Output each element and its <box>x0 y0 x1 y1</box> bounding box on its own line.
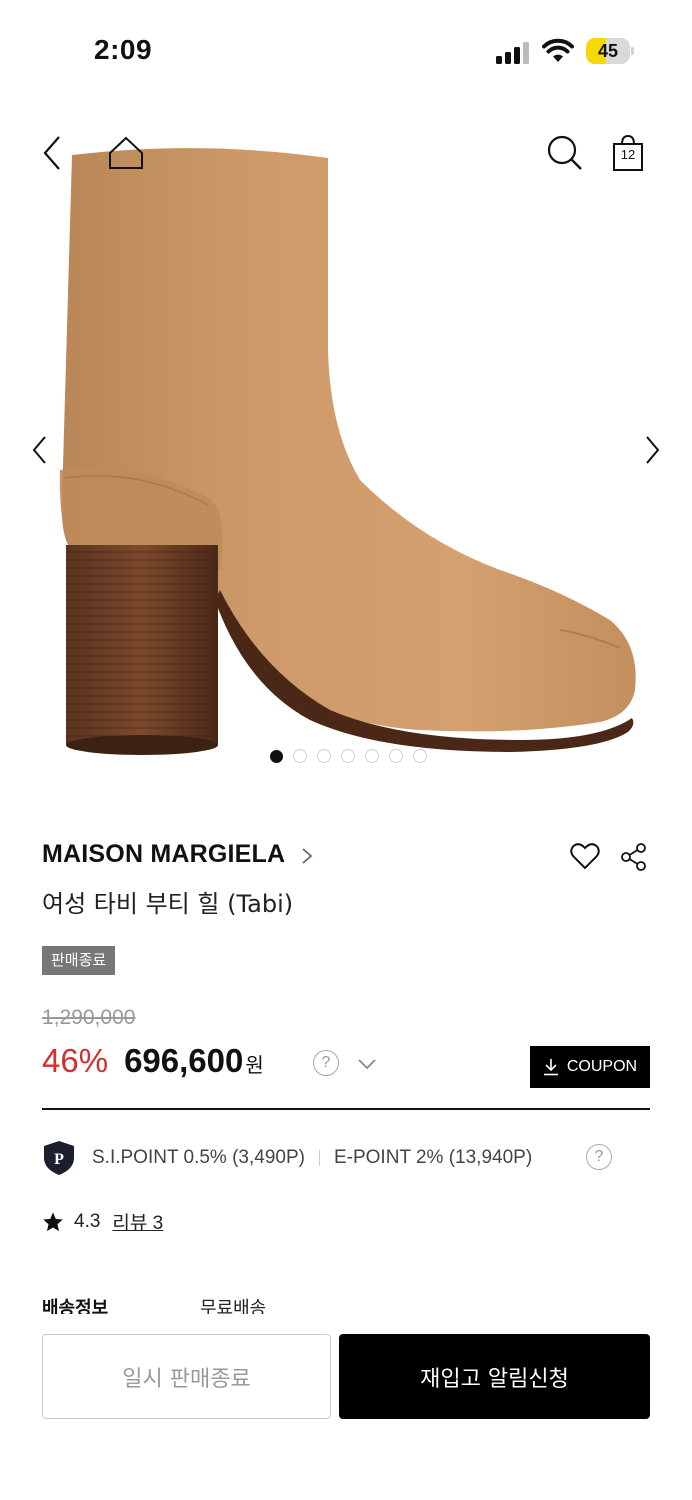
battery-indicator: 45 <box>586 38 634 64</box>
product-gallery[interactable]: 12 <box>0 100 692 780</box>
gallery-dot[interactable] <box>340 749 355 763</box>
restock-alert-button[interactable]: 재입고 알림신청 <box>339 1334 650 1419</box>
share-button[interactable] <box>620 842 648 876</box>
gallery-dot[interactable] <box>364 749 379 763</box>
shipping-value: 무료배송 <box>200 1298 267 1314</box>
search-icon <box>547 135 582 170</box>
chevron-right-icon <box>302 847 313 864</box>
chevron-left-icon <box>43 136 60 170</box>
battery-level: 45 <box>597 41 619 61</box>
restock-alert-label: 재입고 알림신청 <box>420 1366 569 1392</box>
e-point: E-POINT 2% (13,940P) <box>333 1147 533 1168</box>
separator <box>318 1150 320 1166</box>
status-time: 2:09 <box>94 34 153 65</box>
divider <box>42 1108 650 1110</box>
coupon-label: COUPON <box>566 1058 638 1075</box>
status-badge: 판매종료 <box>42 946 116 975</box>
rating-score: 4.3 <box>74 1210 101 1232</box>
cart-count: 12 <box>620 147 636 162</box>
gallery-dot[interactable] <box>292 749 307 763</box>
share-icon <box>621 843 646 871</box>
currency-unit: 원 <box>245 1053 264 1077</box>
cellular-signal-icon <box>496 42 529 64</box>
status-bar: 2:09 45 <box>0 0 692 100</box>
brand-link[interactable]: MAISON MARGIELA <box>42 840 313 869</box>
gallery-dot[interactable] <box>412 749 427 763</box>
si-point: S.I.POINT 0.5% (3,490P) <box>92 1147 305 1168</box>
gallery-dot[interactable] <box>269 750 283 763</box>
chevron-left-icon <box>32 436 46 464</box>
chevron-right-icon <box>646 436 660 464</box>
sale-price: 696,600 <box>124 1042 244 1079</box>
gallery-pagination[interactable] <box>0 749 692 763</box>
original-price: 1,290,000 <box>42 1006 136 1029</box>
coupon-button[interactable]: COUPON <box>530 1046 650 1088</box>
product-title: 여성 타비 부티 힐 (Tabi) <box>42 890 294 918</box>
wishlist-button[interactable] <box>570 842 600 874</box>
star-icon <box>43 1211 63 1231</box>
shipping-row: 배송정보 무료배송 <box>42 1292 650 1314</box>
search-button[interactable] <box>544 132 586 174</box>
rating-row: 4.3 리뷰 3 <box>42 1208 163 1235</box>
gallery-next-button[interactable] <box>640 432 666 468</box>
home-button[interactable] <box>106 134 146 172</box>
review-link[interactable]: 리뷰 3 <box>112 1208 163 1235</box>
discount-rate: 46% <box>42 1042 109 1079</box>
points-help-icon[interactable]: ? <box>586 1144 612 1170</box>
download-icon <box>543 1059 558 1076</box>
gallery-dot[interactable] <box>316 749 331 763</box>
gallery-dot[interactable] <box>388 749 403 763</box>
price-help-icon[interactable]: ? <box>313 1050 339 1076</box>
point-shield-icon: P <box>44 1141 74 1175</box>
sold-out-label: 일시 판매종료 <box>122 1366 251 1392</box>
back-button[interactable] <box>36 132 68 174</box>
sold-out-button[interactable]: 일시 판매종료 <box>42 1334 331 1419</box>
wifi-icon <box>542 38 574 62</box>
shipping-label: 배송정보 <box>42 1298 109 1314</box>
brand-name: MAISON MARGIELA <box>42 840 286 868</box>
points-row: P S.I.POINT 0.5% (3,490P) E-POINT 2% (13… <box>42 1140 532 1176</box>
gallery-prev-button[interactable] <box>26 432 52 468</box>
product-image <box>59 148 636 755</box>
svg-text:P: P <box>54 1151 64 1168</box>
home-icon <box>109 136 143 169</box>
cart-button[interactable]: 12 <box>608 132 648 174</box>
price-row: 46% 696,600 원 <box>42 1042 264 1080</box>
chevron-down-icon[interactable] <box>357 1058 377 1070</box>
heart-icon <box>570 843 600 870</box>
